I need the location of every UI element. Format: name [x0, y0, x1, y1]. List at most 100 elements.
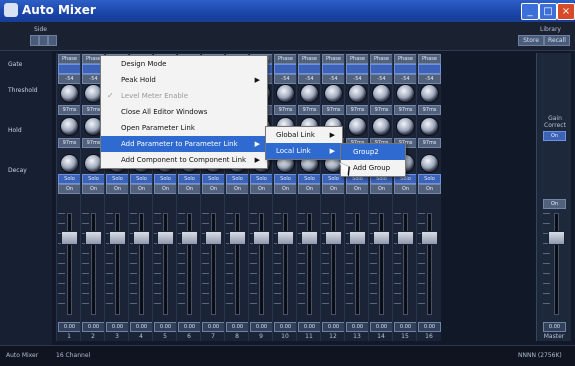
- threshold-value[interactable]: -54: [58, 74, 81, 84]
- threshold-ms-value[interactable]: 97ms: [346, 105, 369, 115]
- threshold-value[interactable]: -54: [418, 74, 441, 84]
- on-button[interactable]: On: [178, 184, 201, 194]
- on-button[interactable]: On: [370, 184, 393, 194]
- solo-button[interactable]: Solo: [274, 174, 297, 184]
- on-button[interactable]: On: [82, 184, 105, 194]
- on-button[interactable]: On: [394, 184, 417, 194]
- solo-button[interactable]: Solo: [202, 174, 225, 184]
- on-button[interactable]: On: [418, 184, 441, 194]
- fader-track[interactable]: [211, 213, 216, 315]
- recall-button[interactable]: Recall: [544, 35, 570, 46]
- solo-button[interactable]: Solo: [226, 174, 249, 184]
- menu-item-add-component-link[interactable]: Add Component to Component Link ▶: [101, 152, 267, 168]
- threshold-knob[interactable]: [420, 84, 439, 103]
- fader-cap[interactable]: [397, 231, 414, 245]
- threshold-ms-value[interactable]: 97ms: [274, 105, 297, 115]
- threshold-ms-value[interactable]: 97ms: [394, 105, 417, 115]
- fader-cap[interactable]: [421, 231, 438, 245]
- threshold-knob[interactable]: [60, 84, 79, 103]
- hold-knob[interactable]: [396, 117, 415, 136]
- gate-indicator[interactable]: [346, 64, 369, 74]
- menu-item-open-parameter-link[interactable]: Open Parameter Link: [101, 120, 267, 136]
- fader-cap[interactable]: [301, 231, 318, 245]
- menu-item-close-editors[interactable]: Close All Editor Windows: [101, 104, 267, 120]
- fader-cap[interactable]: [157, 231, 174, 245]
- fader-track[interactable]: [355, 213, 360, 315]
- fader-track[interactable]: [115, 213, 120, 315]
- fader-cap[interactable]: [109, 231, 126, 245]
- phase-button[interactable]: Phase: [322, 54, 345, 64]
- fader-track[interactable]: [139, 213, 144, 315]
- solo-button[interactable]: Solo: [82, 174, 105, 184]
- fader-track[interactable]: [331, 213, 336, 315]
- on-button[interactable]: On: [322, 184, 345, 194]
- maximize-button[interactable]: □: [539, 3, 557, 20]
- threshold-value[interactable]: -54: [370, 74, 393, 84]
- threshold-value[interactable]: -54: [274, 74, 297, 84]
- side-button-2[interactable]: [39, 35, 48, 46]
- menu-item-level-meter[interactable]: ✓ Level Meter Enable: [101, 88, 267, 104]
- fader-track[interactable]: [235, 213, 240, 315]
- fader-cap[interactable]: [229, 231, 246, 245]
- fader-track[interactable]: [91, 213, 96, 315]
- menu-item-local-link[interactable]: Local Link ▶: [266, 143, 342, 159]
- on-button[interactable]: On: [202, 184, 225, 194]
- solo-button[interactable]: Solo: [58, 174, 81, 184]
- threshold-knob[interactable]: [348, 84, 367, 103]
- gate-indicator[interactable]: [58, 64, 81, 74]
- fader-track[interactable]: [67, 213, 72, 315]
- threshold-ms-value[interactable]: 97ms: [418, 105, 441, 115]
- phase-button[interactable]: Phase: [298, 54, 321, 64]
- on-button[interactable]: On: [346, 184, 369, 194]
- master-on-button[interactable]: On: [543, 131, 566, 141]
- threshold-knob[interactable]: [396, 84, 415, 103]
- fader-cap[interactable]: [133, 231, 150, 245]
- master-fader-track[interactable]: [554, 213, 559, 315]
- solo-button[interactable]: Solo: [250, 174, 273, 184]
- gate-indicator[interactable]: [370, 64, 393, 74]
- on-button[interactable]: On: [58, 184, 81, 194]
- fader-track[interactable]: [379, 213, 384, 315]
- gate-indicator[interactable]: [274, 64, 297, 74]
- decay-knob[interactable]: [60, 154, 79, 173]
- master-fader-cap[interactable]: [548, 231, 565, 245]
- hold-ms-value[interactable]: 97ms: [418, 138, 441, 148]
- fader-track[interactable]: [187, 213, 192, 315]
- phase-button[interactable]: Phase: [418, 54, 441, 64]
- threshold-knob[interactable]: [372, 84, 391, 103]
- fader-track[interactable]: [427, 213, 432, 315]
- on-button[interactable]: On: [154, 184, 177, 194]
- phase-button[interactable]: Phase: [370, 54, 393, 64]
- threshold-ms-value[interactable]: 97ms: [370, 105, 393, 115]
- on-button[interactable]: On: [250, 184, 273, 194]
- side-button-1[interactable]: [30, 35, 39, 46]
- threshold-ms-value[interactable]: 97ms: [298, 105, 321, 115]
- fader-cap[interactable]: [61, 231, 78, 245]
- fader-track[interactable]: [163, 213, 168, 315]
- menu-item-global-link[interactable]: Global Link ▶: [266, 127, 342, 143]
- on-button[interactable]: On: [298, 184, 321, 194]
- hold-knob[interactable]: [348, 117, 367, 136]
- solo-button[interactable]: Solo: [418, 174, 441, 184]
- fader-track[interactable]: [259, 213, 264, 315]
- hold-knob[interactable]: [420, 117, 439, 136]
- hold-ms-value[interactable]: 97ms: [58, 138, 81, 148]
- store-button[interactable]: Store: [518, 35, 544, 46]
- fader-track[interactable]: [307, 213, 312, 315]
- fader-cap[interactable]: [373, 231, 390, 245]
- on-button[interactable]: On: [226, 184, 249, 194]
- gate-indicator[interactable]: [418, 64, 441, 74]
- gate-indicator[interactable]: [394, 64, 417, 74]
- hold-knob[interactable]: [60, 117, 79, 136]
- phase-button[interactable]: Phase: [58, 54, 81, 64]
- fader-track[interactable]: [283, 213, 288, 315]
- on-button[interactable]: On: [274, 184, 297, 194]
- threshold-value[interactable]: -54: [298, 74, 321, 84]
- side-button-3[interactable]: [48, 35, 57, 46]
- solo-button[interactable]: Solo: [178, 174, 201, 184]
- threshold-value[interactable]: -54: [346, 74, 369, 84]
- menu-item-add-parameter-link[interactable]: Add Parameter to Parameter Link ▶: [101, 136, 267, 152]
- threshold-ms-value[interactable]: 97ms: [58, 105, 81, 115]
- fader-cap[interactable]: [349, 231, 366, 245]
- menu-item-design-mode[interactable]: Design Mode: [101, 56, 267, 72]
